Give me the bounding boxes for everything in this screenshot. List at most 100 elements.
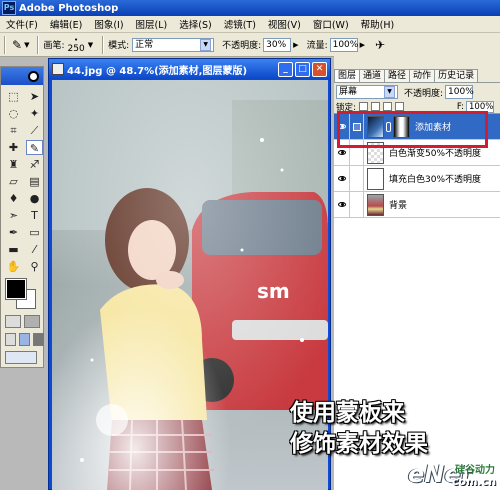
flow-input[interactable]: 100% (329, 37, 358, 52)
imageready-icon[interactable] (5, 351, 37, 364)
mode-select[interactable]: 正常 ▼ (132, 37, 215, 52)
layer-row[interactable]: 背景 (334, 192, 500, 218)
lock-transparency-icon[interactable] (358, 102, 368, 111)
document-window: 44.jpg @ 48.7%(添加素材,图层蒙版) _ □ ✕ (48, 58, 331, 490)
layer-name: 填充白色30%不透明度 (389, 175, 482, 185)
mask-mode-row (5, 315, 40, 328)
hand-icon[interactable]: ✋ (5, 259, 22, 274)
lock-image-icon[interactable] (370, 102, 380, 111)
eyedropper-icon[interactable]: ⁄ (26, 242, 43, 257)
app-title-bar: Ps Adobe Photoshop (0, 0, 500, 16)
link-cell[interactable] (350, 166, 364, 191)
mode-value: 正常 (135, 39, 154, 50)
path-select-icon[interactable]: ➣ (5, 208, 22, 223)
options-bar: ✎ ▼ 画笔: • 250 ▼ 模式: 正常 ▼ 不透明度: 30% ▶ 流量:… (0, 33, 500, 57)
gradient-icon[interactable]: ▤ (26, 174, 43, 189)
healing-brush-icon[interactable]: ✚ (5, 140, 22, 155)
visibility-toggle[interactable] (334, 166, 350, 191)
document-title: 44.jpg @ 48.7%(添加素材,图层蒙版) (67, 65, 248, 77)
foreground-color[interactable] (5, 278, 27, 300)
close-button[interactable]: ✕ (312, 61, 327, 77)
crop-icon[interactable]: ⌗ (5, 123, 22, 138)
full-screen-menu-icon[interactable] (19, 333, 30, 346)
layer-opacity-input[interactable]: 100% (445, 85, 474, 99)
shape-icon[interactable]: ▭ (26, 225, 43, 240)
standard-screen-icon[interactable] (5, 333, 16, 346)
menu-window[interactable]: 窗口(W) (307, 17, 355, 31)
toolbox-header (1, 67, 43, 85)
notes-icon[interactable]: ▬ (5, 242, 22, 257)
tab-paths[interactable]: 路径 (384, 69, 411, 82)
quick-mask-icon[interactable] (24, 315, 40, 328)
tab-actions[interactable]: 动作 (409, 69, 436, 82)
menu-help[interactable]: 帮助(H) (355, 17, 401, 31)
type-icon[interactable]: T (26, 208, 43, 223)
opacity-input[interactable]: 30% (263, 37, 292, 52)
blur-icon[interactable]: ♦ (5, 191, 22, 206)
layer-opacity-label: 不透明度: (404, 88, 444, 99)
caption-line-1: 使用蒙板来 (290, 400, 405, 426)
document-canvas[interactable]: sm (52, 80, 328, 490)
airbrush-icon[interactable]: ✈ (375, 38, 385, 52)
caption-text: 使用蒙板来 修饰素材效果 (290, 398, 428, 460)
layer-row[interactable]: 填充白色30%不透明度 (334, 166, 500, 192)
clone-stamp-icon[interactable]: ♜ (5, 157, 22, 172)
document-icon (52, 63, 64, 75)
zoom-icon[interactable]: ⚲ (26, 259, 43, 274)
pen-icon[interactable]: ✒ (5, 225, 22, 240)
blend-mode-select[interactable]: 屏幕 ▼ (336, 85, 398, 99)
eye-icon (337, 150, 346, 155)
watermark-url: com.cn (452, 475, 497, 488)
caption-line-2: 修饰素材效果 (290, 431, 428, 457)
marquee-icon[interactable]: ⬚ (5, 89, 22, 104)
tool-preset-dropdown-icon[interactable]: ▼ (24, 41, 29, 49)
tab-history[interactable]: 历史记录 (434, 69, 479, 82)
brush-tool-preset-icon[interactable]: ✎ (12, 38, 22, 52)
color-swatches (5, 278, 38, 311)
link-cell[interactable] (350, 192, 364, 217)
menu-file[interactable]: 文件(F) (0, 17, 44, 31)
lasso-icon[interactable]: ◌ (5, 106, 22, 121)
app-title: Adobe Photoshop (19, 2, 119, 14)
brush-dropdown-icon[interactable]: ▼ (88, 41, 93, 49)
lock-position-icon[interactable] (382, 102, 392, 111)
menu-filter[interactable]: 滤镜(T) (218, 17, 262, 31)
flow-dropdown-icon[interactable]: ▶ (360, 41, 365, 49)
toolbox: ⬚ ➤ ◌ ✦ ⌗ ⟋ ✚ ✎ ♜ ♐ ▱ ▤ ♦ ● ➣ T ✒ ▭ ▬ ⁄ … (0, 66, 44, 368)
options-divider (102, 35, 105, 54)
adobe-online-icon[interactable] (28, 70, 39, 82)
document-title-bar[interactable]: 44.jpg @ 48.7%(添加素材,图层蒙版) _ □ ✕ (49, 59, 330, 79)
menu-select[interactable]: 选择(S) (173, 17, 217, 31)
blend-mode-value: 屏幕 (339, 87, 358, 97)
imageready-row (5, 351, 37, 364)
brush-picker[interactable]: • 250 (68, 36, 85, 54)
dodge-icon[interactable]: ● (26, 191, 43, 206)
eye-icon (337, 176, 346, 181)
highlight-box (337, 111, 488, 148)
brush-label: 画笔: (43, 41, 65, 51)
maximize-button[interactable]: □ (295, 61, 310, 77)
menu-layer[interactable]: 图层(L) (130, 17, 174, 31)
tab-layers[interactable]: 图层 (334, 69, 361, 82)
menu-edit[interactable]: 编辑(E) (44, 17, 88, 31)
standard-mode-icon[interactable] (5, 315, 21, 328)
options-divider (37, 35, 40, 54)
brush-icon[interactable]: ✎ (26, 140, 43, 155)
eraser-icon[interactable]: ▱ (5, 174, 22, 189)
menu-image[interactable]: 图象(I) (88, 17, 129, 31)
tab-channels[interactable]: 通道 (359, 69, 386, 82)
layer-thumbnail (367, 193, 384, 216)
minimize-button[interactable]: _ (278, 61, 293, 77)
menu-view[interactable]: 视图(V) (262, 17, 307, 31)
magic-wand-icon[interactable]: ✦ (26, 106, 43, 121)
screen-mode-row (5, 333, 44, 346)
full-screen-icon[interactable] (33, 333, 44, 346)
opacity-dropdown-icon[interactable]: ▶ (293, 41, 298, 49)
lock-all-icon[interactable] (394, 102, 404, 111)
history-brush-icon[interactable]: ♐ (26, 157, 43, 172)
opacity-label: 不透明度: (222, 41, 262, 51)
move-icon[interactable]: ➤ (26, 89, 43, 104)
slice-icon[interactable]: ⟋ (26, 123, 43, 138)
tool-grid: ⬚ ➤ ◌ ✦ ⌗ ⟋ ✚ ✎ ♜ ♐ ▱ ▤ ♦ ● ➣ T ✒ ▭ ▬ ⁄ … (1, 85, 43, 274)
visibility-toggle[interactable] (334, 192, 350, 217)
